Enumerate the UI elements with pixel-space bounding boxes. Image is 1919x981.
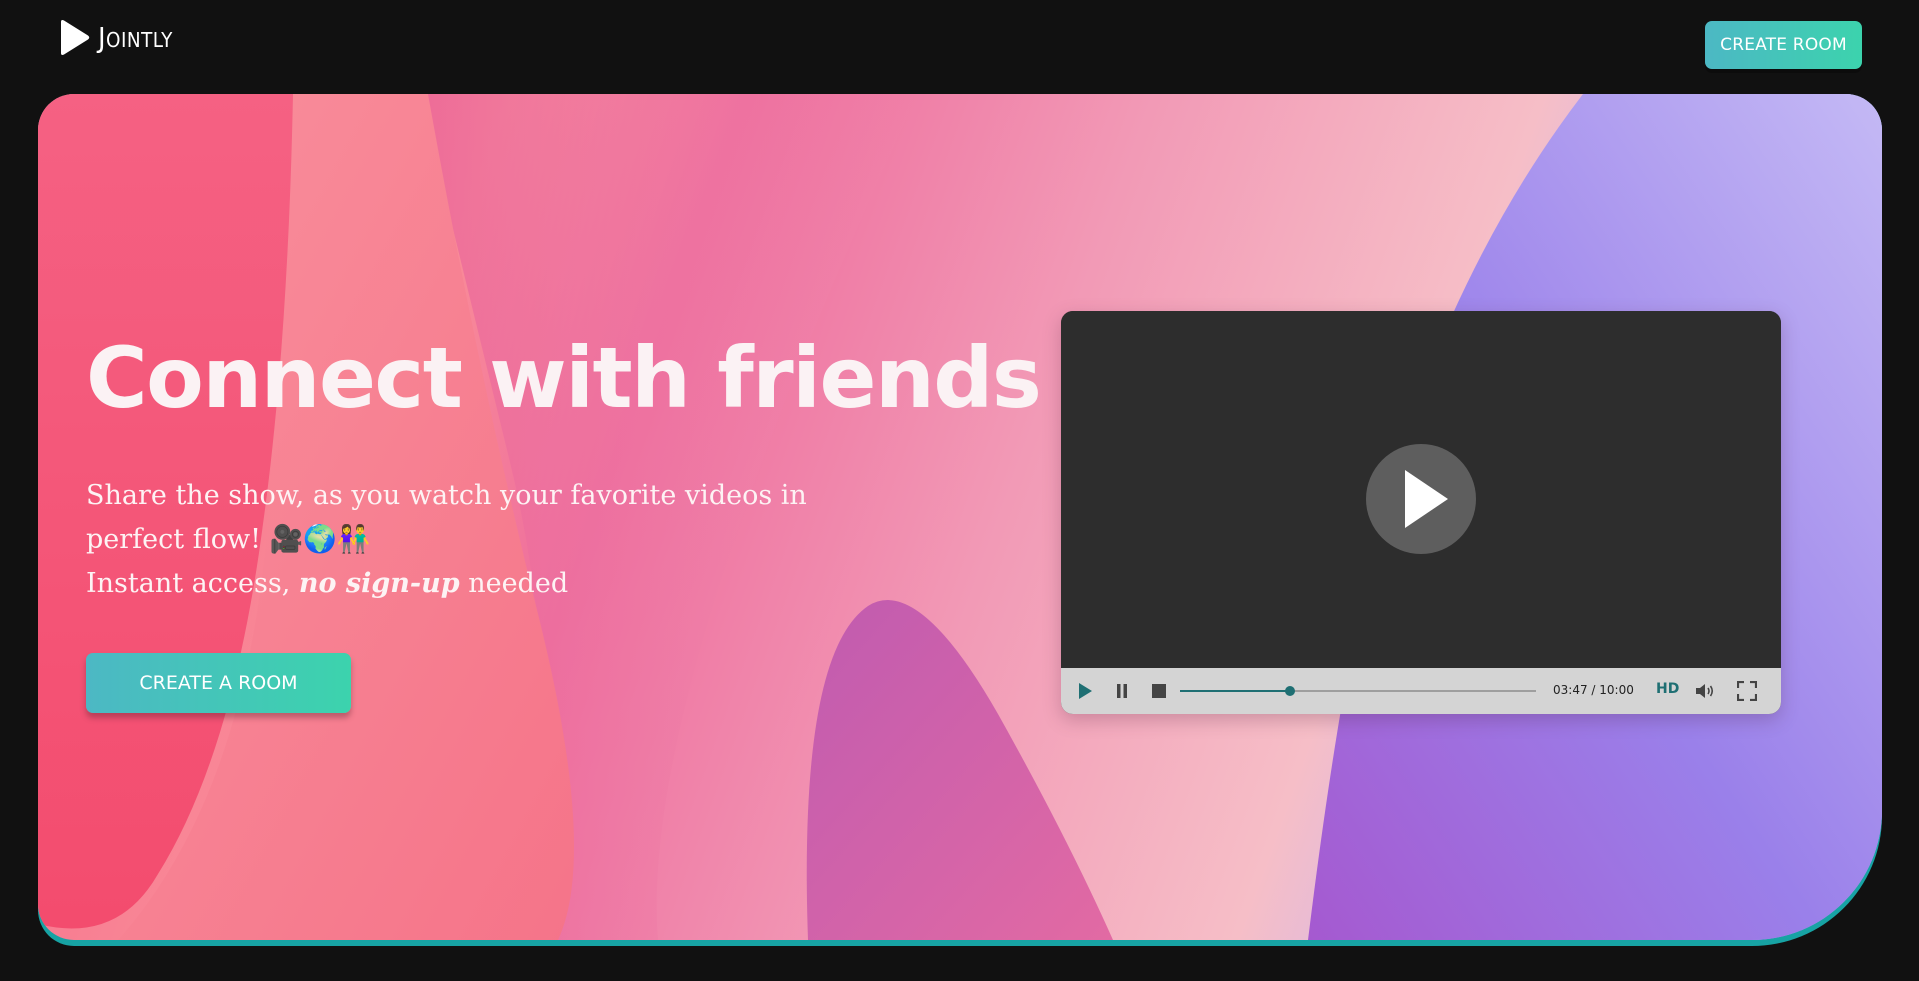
play-control[interactable] xyxy=(1075,668,1095,714)
brand-name: Jointly xyxy=(98,21,173,54)
stop-control[interactable] xyxy=(1150,668,1168,714)
top-nav: Jointly CREATE ROOM xyxy=(0,0,1919,92)
hero-section: Connect with friends Share the show, as … xyxy=(38,94,1882,940)
play-icon xyxy=(1079,683,1092,699)
hero-subtext-line2-start: Instant access, xyxy=(86,568,299,599)
fullscreen-control[interactable] xyxy=(1735,668,1759,714)
hero-headline: Connect with friends xyxy=(86,329,1042,427)
create-room-button[interactable]: CREATE ROOM xyxy=(1705,21,1862,69)
seek-bar[interactable] xyxy=(1180,686,1536,696)
volume-control[interactable] xyxy=(1694,668,1716,714)
no-signup-emphasis: no sign-up xyxy=(298,568,460,599)
play-icon xyxy=(1405,470,1448,528)
hero-subtext-line1: Share the show, as you watch your favori… xyxy=(86,480,807,555)
video-player: 03:47 / 10:00 HD xyxy=(1061,311,1781,714)
player-controls: 03:47 / 10:00 HD xyxy=(1061,668,1781,714)
quality-toggle[interactable]: HD xyxy=(1656,681,1679,697)
volume-icon xyxy=(1696,684,1714,698)
big-play-button[interactable] xyxy=(1366,444,1476,554)
seek-handle[interactable] xyxy=(1285,686,1296,696)
pause-control[interactable] xyxy=(1113,668,1131,714)
stop-icon xyxy=(1152,684,1166,698)
time-display: 03:47 / 10:00 xyxy=(1553,683,1634,697)
logo-play-icon xyxy=(61,20,90,55)
hero-subtext-line2-end: needed xyxy=(459,568,569,599)
video-screen[interactable] xyxy=(1061,311,1781,668)
create-a-room-button[interactable]: CREATE A ROOM xyxy=(86,653,351,713)
brand-logo[interactable]: Jointly xyxy=(58,18,179,58)
hero-subtext: Share the show, as you watch your favori… xyxy=(86,474,906,606)
seek-progress xyxy=(1180,690,1291,692)
fullscreen-icon xyxy=(1737,681,1757,701)
pause-icon xyxy=(1117,684,1127,698)
